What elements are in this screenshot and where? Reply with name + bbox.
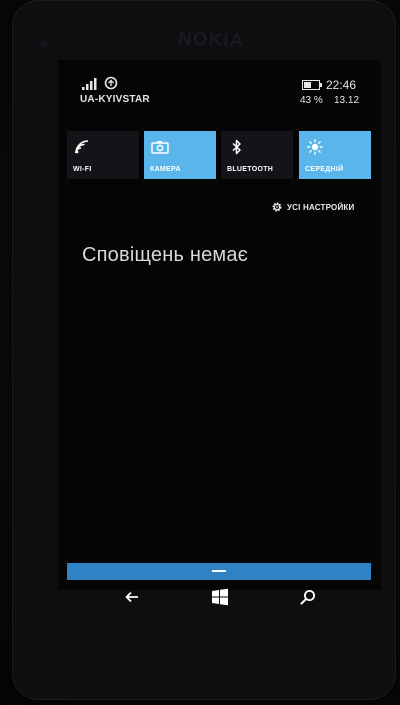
clock-time: 22:46 [326,78,357,92]
back-button[interactable] [117,585,147,609]
quick-action-label: WI-FI [73,166,92,173]
quick-action-bluetooth[interactable]: BLUETOOTH [221,131,293,179]
carrier-name: UA-KYIVSTAR [80,94,150,105]
battery-percent: 43 % [300,95,323,106]
handle-grip [212,570,226,572]
quick-action-label: СЕРЕДНІЙ [305,166,344,173]
wifi-icon [75,140,89,154]
no-notifications-message: Сповіщень немає [82,244,249,266]
brightness-icon [307,139,323,155]
quick-action-camera[interactable]: КАМЕРА [144,131,216,179]
front-camera [40,40,48,48]
phone-brand-logo: NOKIA [177,28,245,52]
all-settings-link[interactable]: УСІ НАСТРОЙКИ [271,200,354,214]
data-connection-icon [104,76,118,90]
quick-action-label: КАМЕРА [150,166,181,173]
quick-action-label: BLUETOOTH [227,166,274,173]
photo-background: NOKIA UA-KYIVSTAR 22:46 43 % 13.12 WI-FI [0,0,400,705]
bluetooth-icon [232,139,241,155]
battery-icon [302,80,322,90]
back-arrow-icon [125,591,138,603]
windows-start-icon [212,588,228,606]
action-center-handle[interactable] [67,563,371,580]
start-button[interactable] [205,585,235,609]
gear-icon [272,202,282,212]
quick-action-brightness[interactable]: СЕРЕДНІЙ [299,131,371,179]
search-button[interactable] [293,585,323,609]
date-text: 13.12 [334,95,360,106]
signal-strength-icon [82,78,97,90]
all-settings-label: УСІ НАСТРОЙКИ [287,202,355,212]
search-icon [300,590,315,605]
quick-action-wifi[interactable]: WI-FI [67,131,139,179]
camera-icon [151,141,169,154]
